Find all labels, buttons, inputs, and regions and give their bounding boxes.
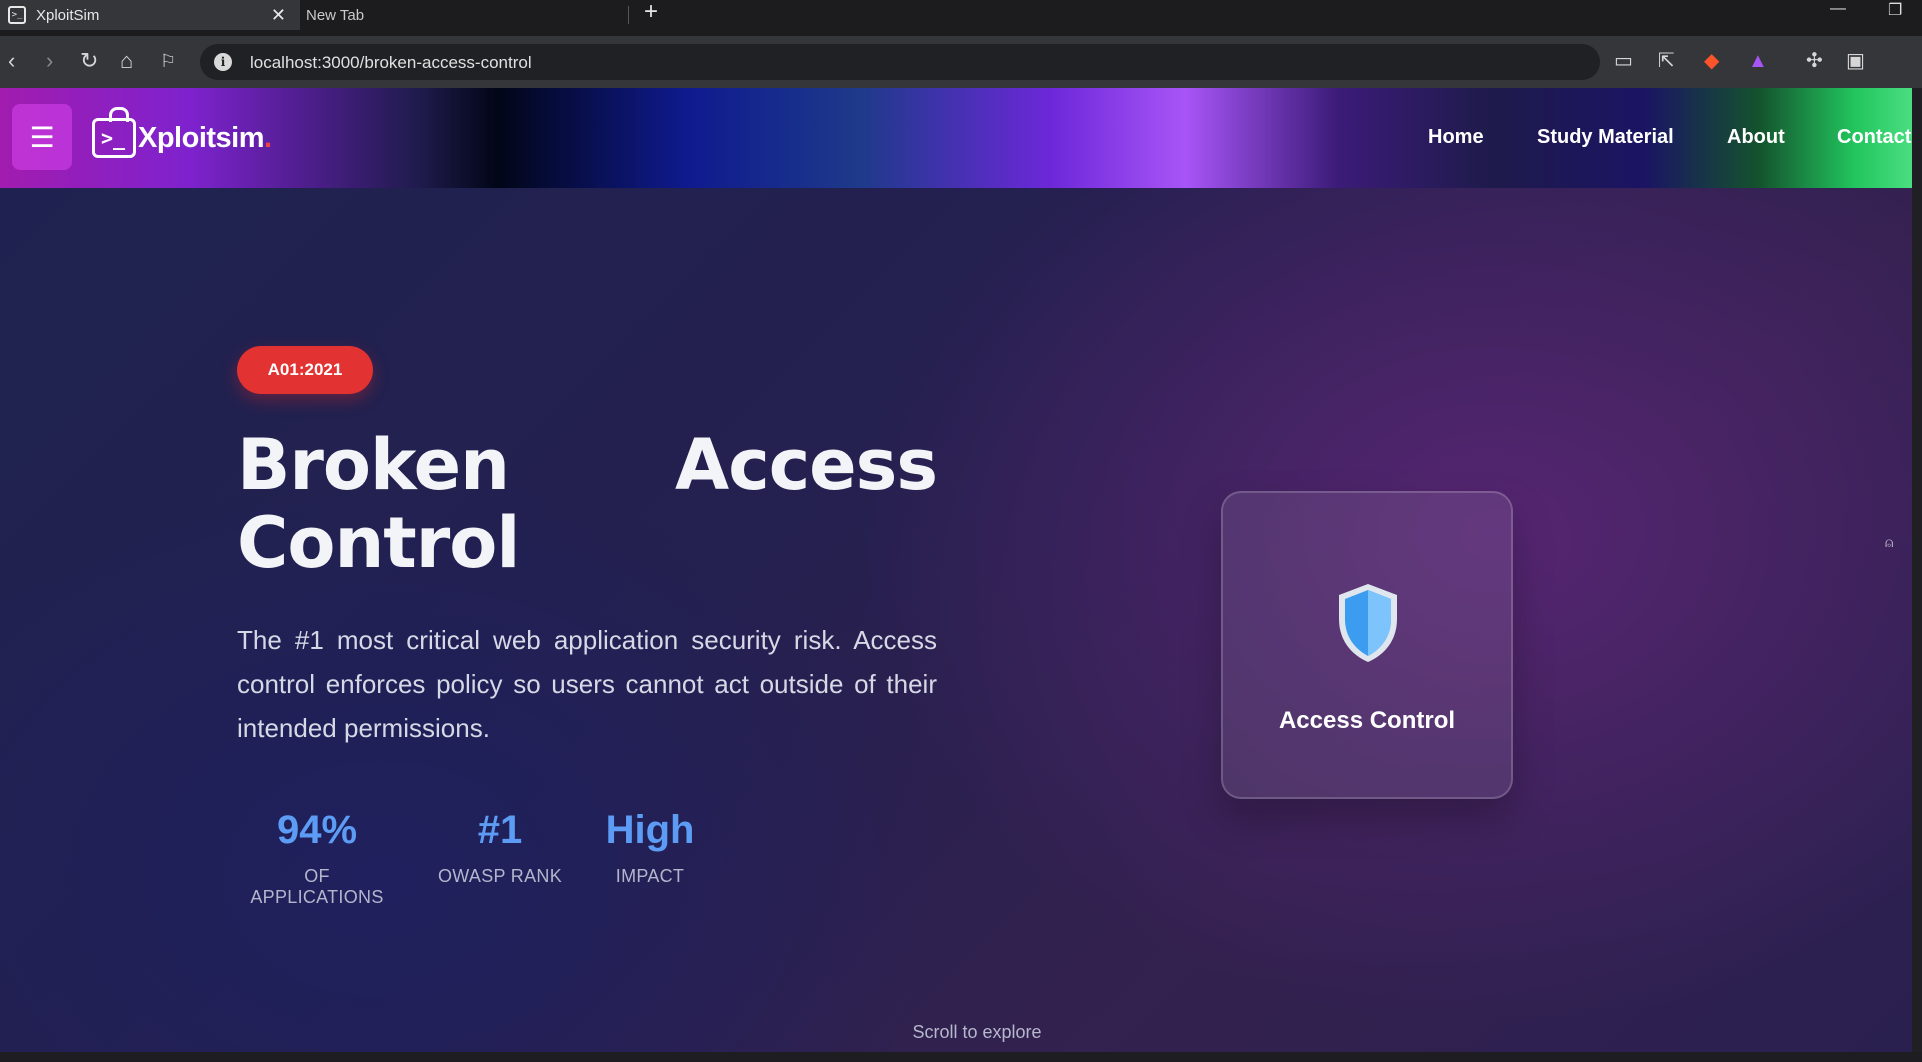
access-control-card: Access Control	[1221, 491, 1513, 799]
brand-dot: .	[264, 121, 273, 154]
nav-link-study-material[interactable]: Study Material	[1537, 126, 1674, 149]
tab-title: XploitSim	[36, 6, 100, 24]
browser-tab-bar: >_ XploitSim ✕ New Tab + — ❐	[0, 0, 1922, 36]
scroll-mouse-icon: ⍝	[1885, 534, 1894, 550]
stat-label: IMPACT	[615, 866, 685, 886]
stat-value: 94%	[276, 808, 358, 852]
nav-link-home[interactable]: Home	[1428, 126, 1484, 149]
scrollbar-track[interactable]	[1912, 88, 1922, 1052]
hamburger-menu-button[interactable]: ☰	[12, 104, 72, 170]
tab-divider	[628, 6, 629, 24]
stat-applications: 94% OF APPLICATIONS	[237, 806, 397, 908]
shield-icon	[1339, 584, 1397, 662]
browser-toolbar: ‹ › ↻ ⌂ ⚐ i localhost:3000/broken-access…	[0, 36, 1922, 88]
hero-section: A01:2021 Broken Access Control The #1 mo…	[0, 188, 1912, 1052]
nav-link-contact[interactable]: Contact	[1837, 126, 1911, 149]
sidebar-icon[interactable]: ▣	[1846, 48, 1865, 74]
taskbar-edge	[0, 1052, 1922, 1062]
minimize-icon[interactable]: —	[1830, 0, 1846, 18]
cast-icon[interactable]: ▭	[1614, 48, 1633, 74]
site-info-icon[interactable]: i	[214, 53, 232, 71]
tab-new-tab[interactable]: New Tab	[306, 0, 626, 30]
stat-value: High	[605, 808, 695, 852]
page-title: Broken Access Control	[237, 424, 938, 584]
tab-title: New Tab	[306, 6, 365, 24]
address-bar[interactable]: i localhost:3000/broken-access-control	[200, 44, 1600, 80]
stat-owasp-rank: #1 OWASP RANK	[430, 806, 570, 887]
brave-rewards-icon[interactable]: ▲	[1748, 48, 1768, 74]
tab-xploitsim[interactable]: >_ XploitSim ✕	[0, 0, 300, 30]
close-tab-icon[interactable]: ✕	[271, 5, 286, 26]
terminal-favicon-icon: >_	[8, 6, 26, 24]
brand-name: Xploitsim	[138, 121, 265, 154]
extensions-icon[interactable]: ✣	[1806, 48, 1823, 74]
forward-icon[interactable]: ›	[46, 48, 53, 74]
bookmark-icon[interactable]: ⚐	[160, 48, 176, 74]
card-title: Access Control	[1278, 707, 1456, 734]
stat-impact: High IMPACT	[590, 806, 710, 887]
stat-label: OWASP RANK	[437, 866, 563, 886]
brave-shield-icon[interactable]: ◆	[1704, 48, 1719, 74]
url-text[interactable]: localhost:3000/broken-access-control	[250, 53, 532, 73]
brand-logo[interactable]: >_ Xploitsim .	[92, 107, 273, 166]
owasp-id-badge: A01:2021	[237, 346, 373, 394]
scroll-hint[interactable]: Scroll to explore	[0, 1022, 1922, 1043]
terminal-lock-icon: >_	[92, 107, 136, 158]
home-icon[interactable]: ⌂	[120, 48, 133, 74]
restore-icon[interactable]: ❐	[1888, 0, 1902, 20]
hero-description: The #1 most critical web application sec…	[237, 625, 937, 743]
nav-link-about[interactable]: About	[1727, 126, 1785, 149]
site-navbar: ☰ >_ Xploitsim . Home Study Material Abo…	[0, 88, 1912, 188]
reload-icon[interactable]: ↻	[80, 48, 98, 74]
back-icon[interactable]: ‹	[8, 48, 15, 74]
share-icon[interactable]: ⇱	[1658, 48, 1675, 74]
new-tab-button[interactable]: +	[644, 0, 658, 26]
stat-value: #1	[477, 808, 523, 852]
stat-label: OF APPLICATIONS	[250, 866, 384, 907]
